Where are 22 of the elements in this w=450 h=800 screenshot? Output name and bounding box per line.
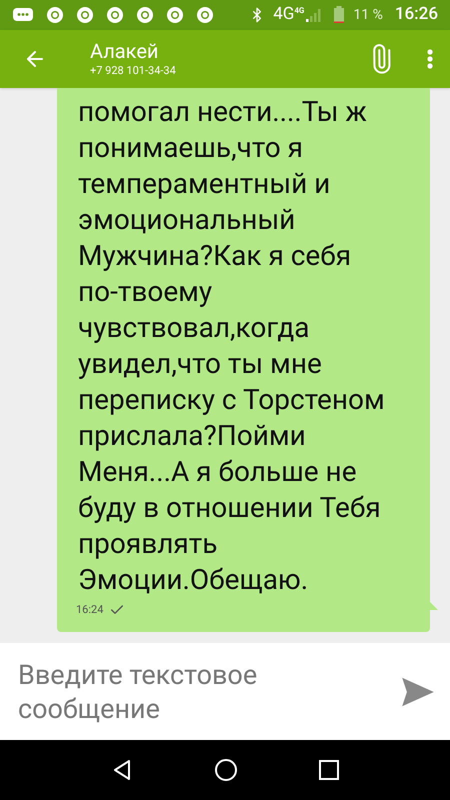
network-type-small: 4G	[294, 5, 304, 17]
browser-notification-icon	[166, 6, 184, 24]
browser-notification-icon	[196, 6, 214, 24]
battery-icon	[333, 6, 346, 24]
signal-icon	[305, 7, 322, 23]
network-type: 4G	[273, 3, 294, 26]
home-nav-button[interactable]	[214, 758, 238, 782]
chat-notification-icon	[12, 7, 34, 23]
recents-nav-button[interactable]	[319, 760, 340, 780]
browser-notification-icon	[76, 6, 94, 24]
message-input[interactable]: Введите текстовое сообщение	[18, 652, 348, 732]
clock: 16:26	[394, 3, 438, 26]
browser-notification-icon	[106, 6, 124, 24]
more-options-icon	[427, 49, 433, 69]
contact-name: Алакей	[90, 39, 160, 63]
contact-phone: +7 928 101-34-34	[90, 63, 176, 79]
battery-percentage: 11 %	[353, 6, 383, 24]
browser-notification-icon	[136, 6, 154, 24]
message-text: помогал нести....Ты ж понимаешь,что я темпераментный и эмоциональный Мужчина?Как я себя по-твоему чувствовал,когда увидел,что ты мне переписку с Торстеном прислала?Пойми Меня...А я больше не буду в отношении Тебя проявлять Эмоции.Обещаю.	[78, 94, 386, 598]
browser-notification-icon	[46, 6, 64, 24]
composer-bar[interactable]: Введите текстовое сообщение	[0, 643, 450, 740]
message-time: 16:24	[76, 602, 104, 618]
